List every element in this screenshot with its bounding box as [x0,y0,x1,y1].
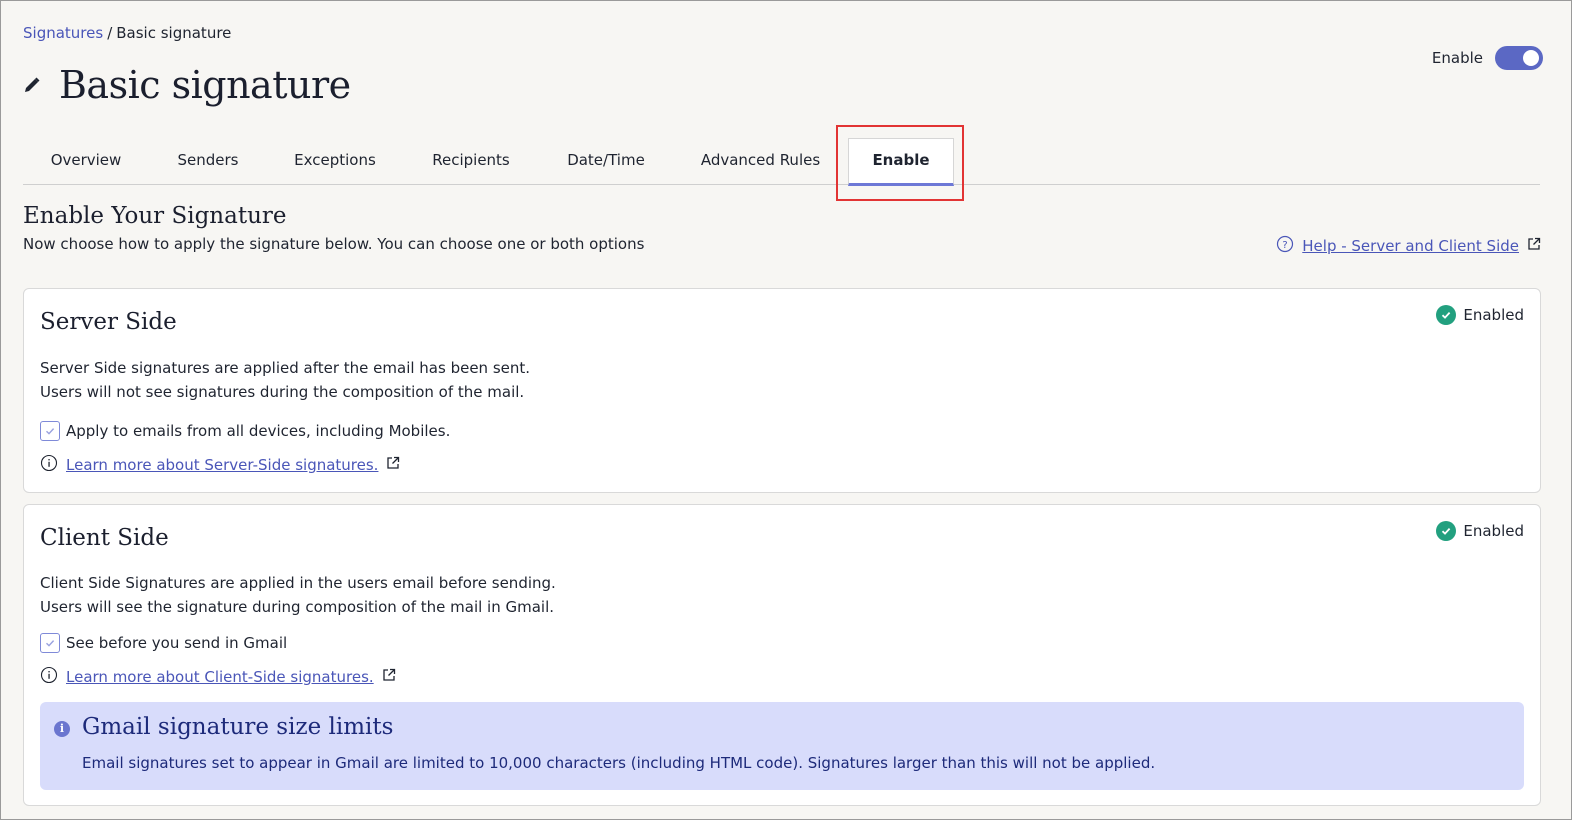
tab-advanced-rules[interactable]: Advanced Rules [673,137,848,184]
server-side-checkbox[interactable] [40,421,60,441]
client-side-title: Client Side [40,525,169,551]
client-side-status: Enabled [1436,521,1524,541]
enable-toggle-label: Enable [1431,49,1483,67]
tab-bar: Overview Senders Exceptions Recipients D… [23,137,1540,186]
external-link-icon[interactable] [386,456,400,474]
info-icon: i [54,721,70,737]
client-side-desc-2: Users will see the signature during comp… [40,598,555,616]
tab-exceptions[interactable]: Exceptions [267,137,403,184]
external-link-icon[interactable] [1527,237,1541,255]
client-side-checkbox-label: See before you send in Gmail [66,634,288,652]
client-side-status-label: Enabled [1463,522,1524,540]
pencil-icon[interactable] [23,75,43,95]
notice-title: Gmail signature size limits [82,714,394,740]
breadcrumb-separator: / [107,24,113,42]
breadcrumb: Signatures / Basic signature [23,24,231,42]
question-circle-icon: ? [1276,235,1294,257]
tab-senders[interactable]: Senders [149,137,267,184]
server-side-checkbox-row[interactable]: Apply to emails from all devices, includ… [40,421,450,441]
info-circle-icon [40,454,58,476]
server-side-status: Enabled [1436,305,1524,325]
client-side-card: Client Side Enabled Client Side Signatur… [23,504,1541,806]
client-side-desc-1: Client Side Signatures are applied in th… [40,574,556,592]
gmail-size-notice: i Gmail signature size limits Email sign… [40,702,1524,790]
info-circle-icon [40,666,58,688]
server-side-learn-more-link[interactable]: Learn more about Server-Side signatures. [66,456,378,474]
enable-toggle-group: Enable [1432,46,1543,70]
tab-overview[interactable]: Overview [23,137,149,184]
breadcrumb-current: Basic signature [116,24,232,42]
tab-recipients[interactable]: Recipients [403,137,539,184]
title-row: Basic signature [23,63,351,107]
server-side-title: Server Side [40,309,177,335]
tab-date-time[interactable]: Date/Time [539,137,673,184]
help-link-group: ? Help - Server and Client Side [1276,235,1541,257]
notice-text: Email signatures set to appear in Gmail … [82,754,1156,772]
page-title: Basic signature [59,63,351,107]
server-side-learn-row: Learn more about Server-Side signatures. [40,454,400,476]
section-title: Enable Your Signature [23,203,287,229]
check-circle-icon [1436,521,1457,541]
toggle-knob [1523,50,1539,66]
client-side-checkbox-row[interactable]: See before you send in Gmail [40,633,287,653]
svg-text:?: ? [1283,240,1288,251]
enable-toggle-switch[interactable] [1495,46,1543,70]
check-circle-icon [1436,305,1457,325]
server-side-card: Server Side Enabled Server Side signatur… [23,288,1541,493]
server-side-status-label: Enabled [1463,306,1524,324]
server-side-desc-2: Users will not see signatures during the… [40,383,525,401]
external-link-icon[interactable] [382,668,396,686]
help-server-client-link[interactable]: Help - Server and Client Side [1302,237,1519,255]
server-side-desc-1: Server Side signatures are applied after… [40,359,531,377]
section-subtitle: Now choose how to apply the signature be… [23,235,645,253]
tab-enable[interactable]: Enable [848,138,954,186]
client-side-learn-row: Learn more about Client-Side signatures. [40,666,396,688]
server-side-checkbox-label: Apply to emails from all devices, includ… [66,422,451,440]
client-side-checkbox[interactable] [40,633,60,653]
breadcrumb-signatures-link[interactable]: Signatures [23,24,103,42]
client-side-learn-more-link[interactable]: Learn more about Client-Side signatures. [66,668,374,686]
